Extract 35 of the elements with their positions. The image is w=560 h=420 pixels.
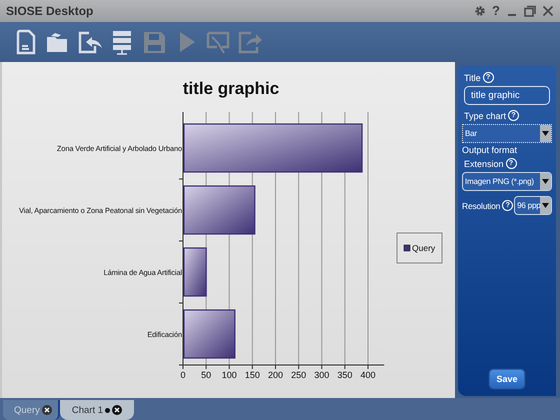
tick-label: 200 <box>268 370 284 380</box>
title-input[interactable]: title graphic <box>464 86 550 105</box>
help-button[interactable]: ? <box>492 4 500 18</box>
tick-label: 400 <box>360 370 376 380</box>
tick-label: 0 <box>180 370 186 380</box>
dropdown[interactable]: Imagen PNG (*.png) <box>462 172 552 191</box>
chart-title: title graphic <box>182 79 280 98</box>
field-label: Resolution <box>462 200 500 210</box>
dropdown-arrow-icon <box>542 203 550 208</box>
field-label: Type chart <box>464 110 506 120</box>
tick-label: 250 <box>291 370 306 380</box>
field-label: Extension <box>464 158 504 168</box>
close-icon[interactable] <box>42 405 52 415</box>
settings-icon[interactable] <box>474 5 486 17</box>
close-icon[interactable] <box>112 405 122 415</box>
save-button[interactable]: Save <box>490 370 524 388</box>
tab[interactable]: Chart 1 <box>60 400 134 420</box>
section-heading: Output format <box>462 145 518 155</box>
dropdown-arrow-icon <box>542 131 549 136</box>
dropdown-arrow-icon <box>542 179 549 184</box>
field-label: Title <box>464 72 481 82</box>
bar <box>183 247 207 297</box>
tick-label: 100 <box>222 370 237 380</box>
import-button[interactable] <box>76 29 104 55</box>
tick-label: 150 <box>244 370 260 380</box>
window-title: SIOSE Desktop <box>6 4 94 18</box>
legend-label: Query <box>412 243 436 253</box>
legend-box <box>396 232 442 264</box>
tick-label: 300 <box>314 370 330 380</box>
bar <box>183 309 236 359</box>
dropdown[interactable]: Bar <box>462 124 552 143</box>
tick-label: 350 <box>337 370 352 380</box>
dropdown[interactable]: 96 ppp <box>514 196 552 215</box>
restore-icon[interactable] <box>524 5 536 17</box>
tick-label: 50 <box>201 370 212 380</box>
